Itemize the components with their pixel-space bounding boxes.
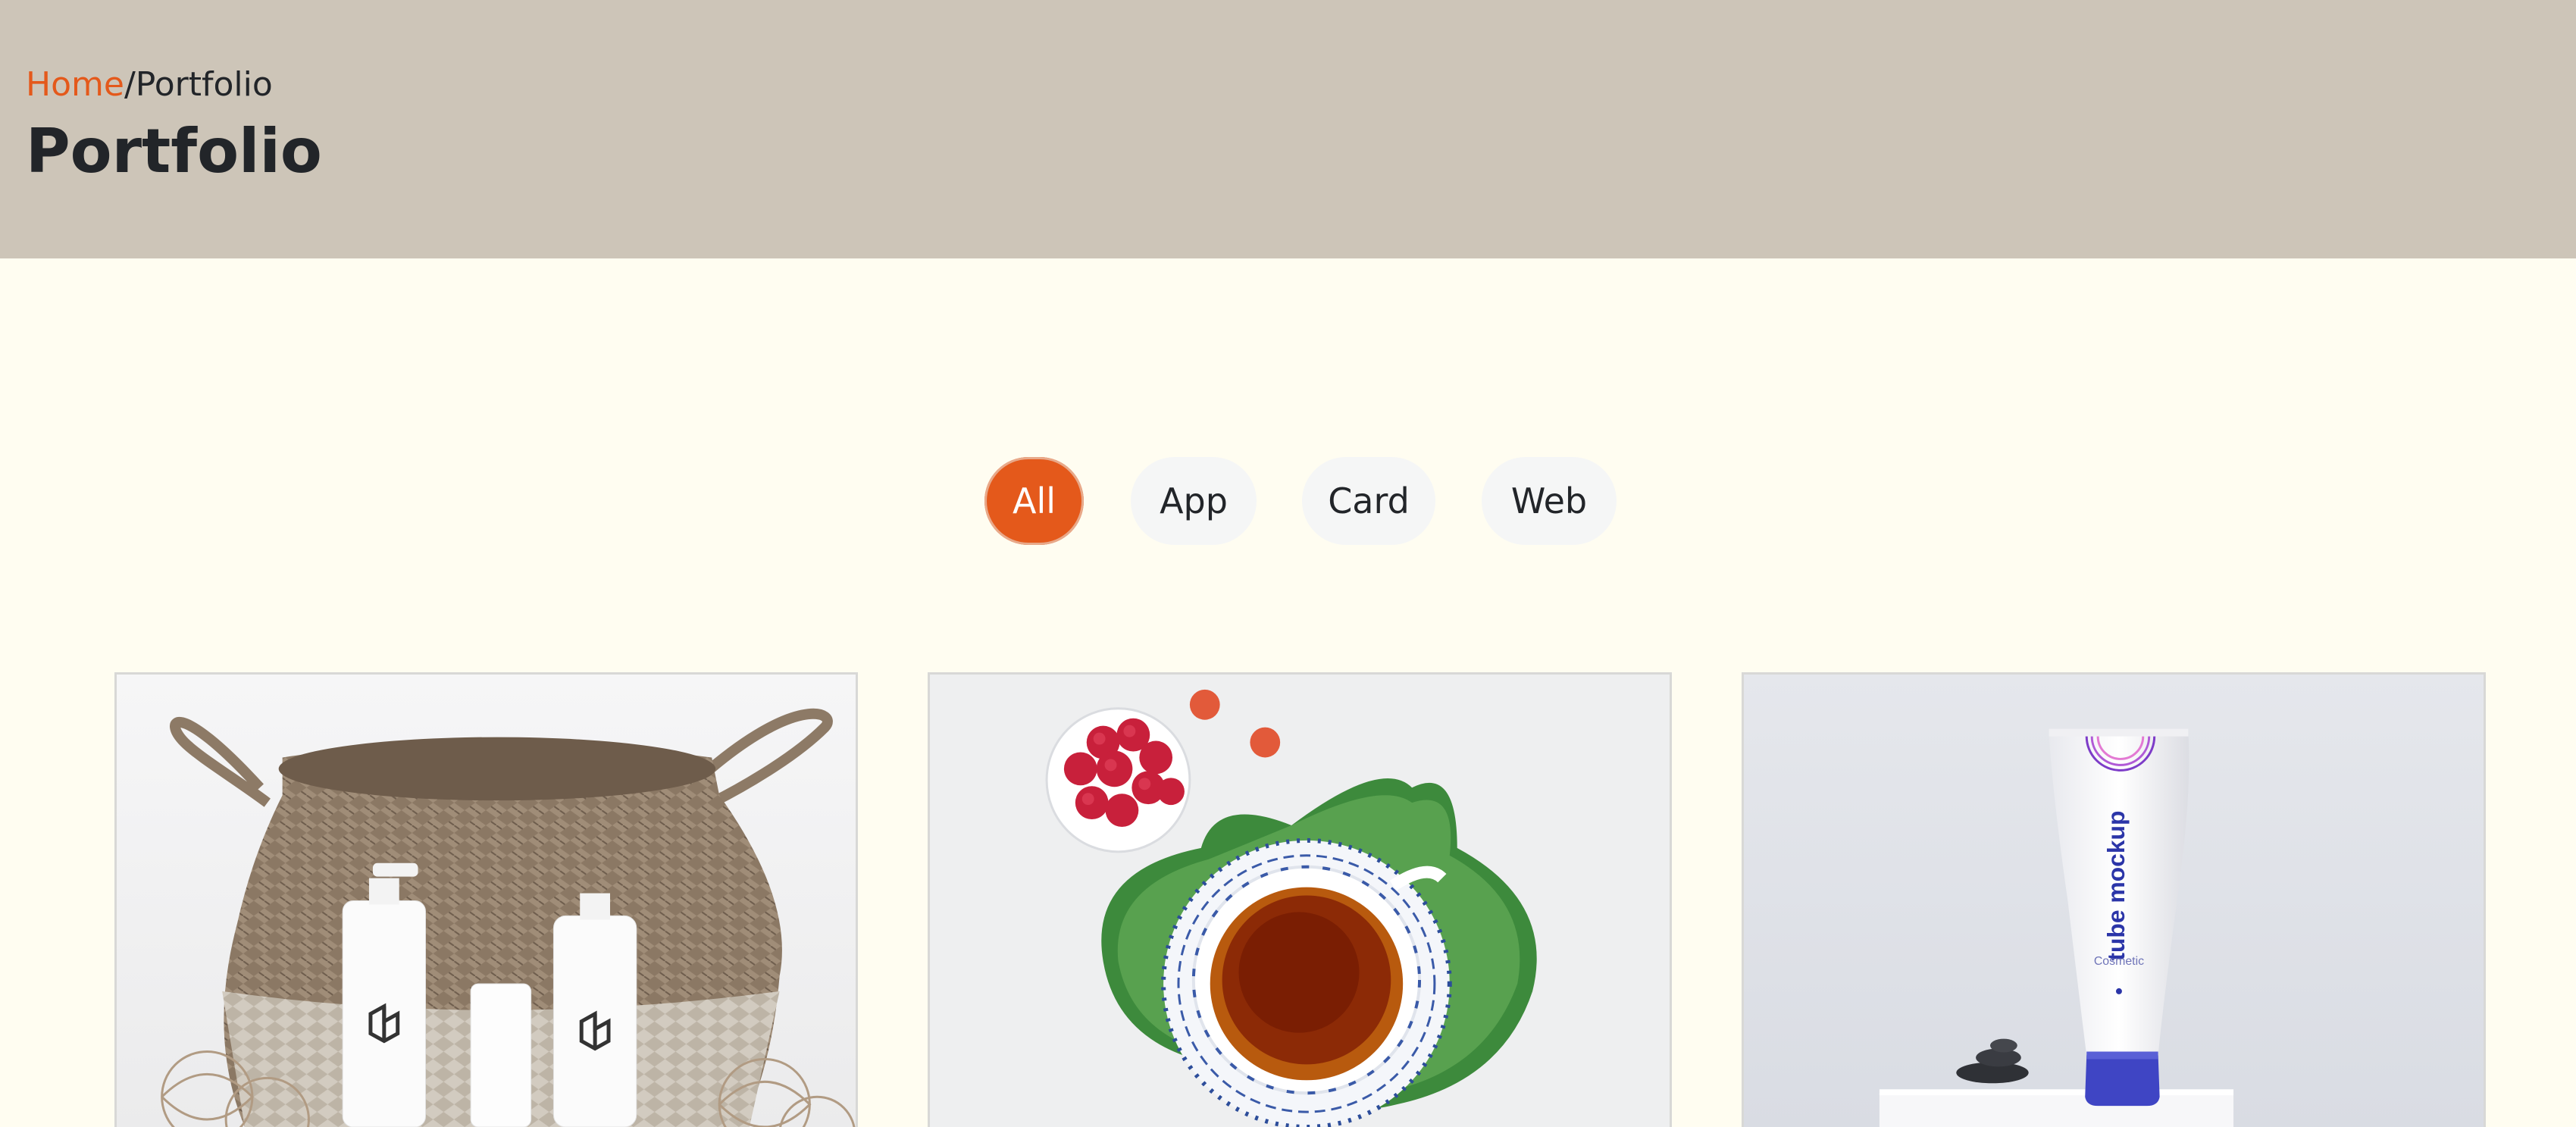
portfolio-item-tea[interactable] bbox=[928, 672, 1672, 1127]
portfolio-image-tube: tube mockup Cosmetic bbox=[1744, 675, 2484, 1127]
filter-all-button[interactable]: All bbox=[984, 457, 1084, 545]
filter-card-button[interactable]: Card bbox=[1302, 457, 1435, 545]
tube-sublabel: Cosmetic bbox=[2094, 955, 2144, 968]
portfolio-image-tea bbox=[930, 675, 1670, 1127]
portfolio-item-basket[interactable] bbox=[114, 672, 858, 1127]
filter-web-button[interactable]: Web bbox=[1482, 457, 1617, 545]
tube-label: tube mockup bbox=[2102, 811, 2130, 961]
filter-app-button[interactable]: App bbox=[1131, 457, 1257, 545]
portfolio-image-basket bbox=[117, 675, 856, 1127]
breadcrumb-current: Portfolio bbox=[136, 65, 273, 104]
breadcrumb-separator: / bbox=[124, 65, 136, 104]
page-title: Portfolio bbox=[26, 114, 322, 189]
page-header: Home/Portfolio Portfolio bbox=[0, 0, 2576, 258]
portfolio-filters: All App Card Web bbox=[0, 457, 2576, 545]
breadcrumb: Home/Portfolio bbox=[26, 62, 273, 108]
portfolio-item-tube[interactable]: tube mockup Cosmetic bbox=[1742, 672, 2486, 1127]
breadcrumb-home-link[interactable]: Home bbox=[26, 65, 124, 104]
